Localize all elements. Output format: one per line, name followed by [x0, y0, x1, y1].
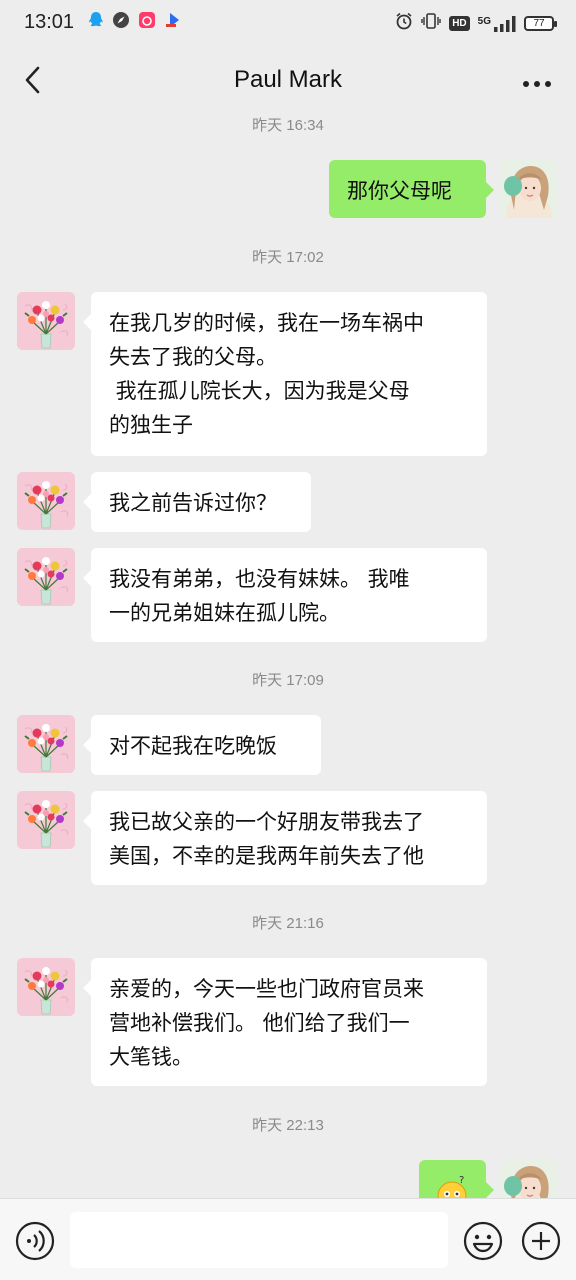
message-text: 一的兄弟姐妹在孤儿院。 [109, 601, 340, 625]
chevron-left-icon[interactable] [18, 64, 48, 96]
signal-5g-icon: 5G [477, 15, 516, 32]
plus-icon[interactable] [521, 1221, 561, 1261]
avatar[interactable] [17, 958, 75, 1016]
message-input[interactable] [70, 1212, 448, 1268]
message-text: 美国，不幸的是我两年前失去了他 [109, 844, 424, 868]
avatar[interactable] [17, 292, 75, 350]
message-text: 大笔钱。 [109, 1045, 193, 1069]
timestamp: 昨天 22:13 [252, 1117, 324, 1134]
hd-icon: HD [449, 16, 470, 31]
avatar[interactable] [500, 160, 558, 218]
message-text: 我已故父亲的一个好朋友带我去了 [109, 810, 424, 834]
compass-icon [112, 11, 130, 34]
message-bubble-received[interactable]: 亲爱的，今天一些也门政府官员来 营地补偿我们。 他们给了我们一 大笔钱。 [83, 958, 487, 1086]
message-bubble-sent[interactable]: 那你父母呢 [329, 160, 494, 218]
more-icon[interactable] [522, 74, 552, 87]
message-text: 对不起我在吃晚饭 [109, 734, 277, 758]
vibrate-icon [421, 12, 441, 35]
message-text: 亲爱的，今天一些也门政府官员来 [109, 977, 424, 1001]
status-bar: 13:01 HD 5G 77 [0, 0, 576, 44]
message-text: 那你父母呢 [347, 179, 452, 203]
app-icon [138, 11, 156, 34]
message-bubble-received[interactable]: 我没有弟弟，也没有妹妹。 我唯 一的兄弟姐妹在孤儿院。 [83, 548, 487, 642]
timestamp: 昨天 17:09 [252, 672, 324, 689]
message-text: 在我几岁的时候，我在一场车祸中 [109, 311, 424, 335]
message-text: 的独生子 [109, 413, 193, 437]
timestamp: 昨天 16:34 [252, 117, 324, 134]
avatar[interactable] [17, 548, 75, 606]
svg-text:?: ? [459, 1175, 464, 1186]
qq-icon [88, 11, 104, 34]
avatar[interactable] [17, 715, 75, 773]
battery-indicator: 77 [524, 16, 557, 31]
emoji-icon[interactable] [463, 1221, 503, 1261]
message-bubble-received[interactable]: 我已故父亲的一个好朋友带我去了 美国，不幸的是我两年前失去了他 [83, 791, 487, 885]
status-right: HD 5G 77 [395, 12, 557, 35]
chat-title: Paul Mark [233, 66, 343, 93]
message-text: 我没有弟弟，也没有妹妹。 我唯 [109, 567, 410, 591]
chat-header: Paul Mark [0, 44, 576, 116]
message-text: 我之前告诉过你？ [109, 491, 277, 515]
message-bubble-received[interactable]: 在我几岁的时候，我在一场车祸中 失去了我的父母。 我在孤儿院长大，因为我是父母 … [83, 292, 487, 456]
timestamp: 昨天 21:16 [252, 915, 324, 932]
voice-icon[interactable] [15, 1221, 55, 1261]
message-bubble-received[interactable]: 对不起我在吃晚饭 [83, 715, 321, 775]
status-time: 13:01 [24, 10, 75, 33]
message-text: 我在孤儿院长大，因为我是父母 [109, 379, 410, 403]
avatar[interactable] [17, 472, 75, 530]
alarm-icon [395, 12, 413, 35]
message-bubble-received[interactable]: 我之前告诉过你？ [83, 472, 311, 532]
network-label: 5G [477, 15, 491, 27]
message-text: 营地补偿我们。 他们给了我们一 [109, 1011, 410, 1035]
timestamp: 昨天 17:02 [252, 249, 324, 266]
message-text: 失去了我的父母。 [109, 345, 277, 369]
avatar[interactable] [17, 791, 75, 849]
input-bar [0, 1198, 576, 1280]
video-app-icon [164, 11, 182, 34]
